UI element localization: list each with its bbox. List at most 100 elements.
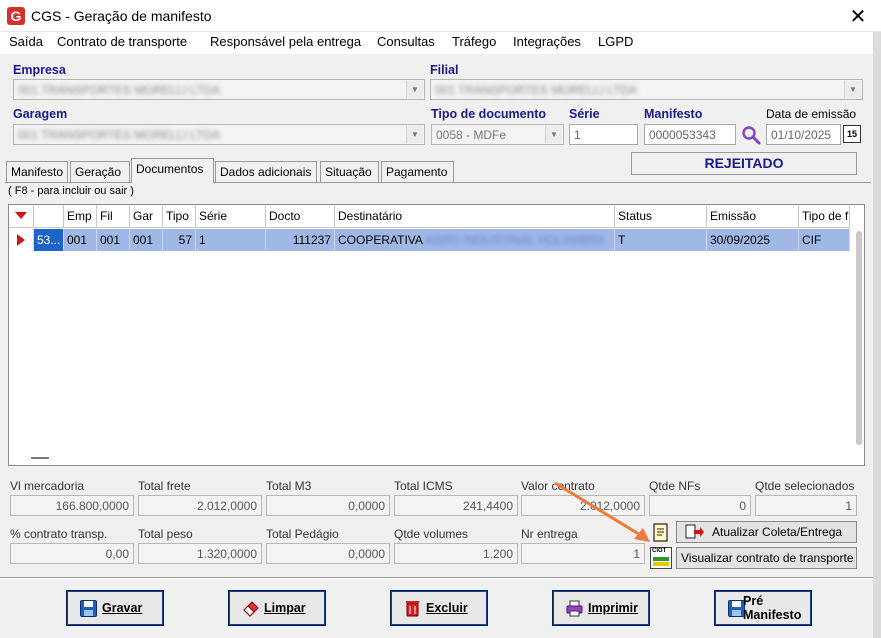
tab-pagamento[interactable]: Pagamento [381, 161, 454, 182]
ciot-icon[interactable]: CIOT [650, 547, 672, 569]
menu-consultas[interactable]: Consultas [377, 34, 435, 49]
trash-icon [406, 601, 419, 617]
manifesto-label: Manifesto [644, 107, 703, 121]
tipo-documento-label: Tipo de documento [431, 107, 547, 121]
dropdown-arrow-icon[interactable]: ▼ [406, 81, 423, 98]
grid-header-destinatario[interactable]: Destinatário [335, 205, 615, 228]
destinatario-hidden-text: AGRO INDUSTRIAL HOLAMBRA [424, 233, 606, 247]
grid-header-fil[interactable]: Fil [97, 205, 130, 228]
refresh-document-icon [685, 524, 704, 539]
tab-documentos[interactable]: Documentos [131, 158, 214, 183]
limpar-label: Limpar [264, 601, 306, 615]
visualizar-contrato-button[interactable]: Visualizar contrato de transporte [676, 547, 857, 569]
grid-header-select[interactable] [34, 205, 64, 228]
row-destinatario-cell: COOPERATIVA AGRO INDUSTRIAL HOLAMBRA [335, 229, 615, 251]
vl-mercadoria-field: 166.800,0000 [10, 495, 134, 516]
garagem-label: Garagem [13, 107, 68, 121]
dropdown-arrow-icon[interactable]: ▼ [844, 81, 861, 98]
data-emissao-label: Data de emissão [766, 107, 857, 121]
grid-header-tipo-frete[interactable]: Tipo de f [799, 205, 850, 228]
qtde-volumes-label: Qtde volumes [394, 527, 469, 541]
filial-value: 001 TRANSPORTES MORELLI LTDA [435, 83, 638, 97]
grid-header-docto[interactable]: Docto [266, 205, 335, 228]
row-pointer-icon [17, 234, 25, 246]
save-icon [80, 600, 97, 617]
row-indicator [9, 229, 34, 251]
filial-select[interactable]: 001 TRANSPORTES MORELLI LTDA ▼ [430, 79, 863, 100]
total-icms-label: Total ICMS [394, 479, 453, 493]
calendar-icon[interactable]: 15 [843, 125, 861, 143]
documents-grid[interactable]: Emp Fil Gar Tipo Série Docto Destinatári… [8, 204, 865, 466]
search-icon[interactable] [741, 125, 761, 145]
gravar-label: Gravar [102, 601, 143, 615]
manifesto-label-btn: Manifesto [743, 608, 802, 622]
grid-header-status[interactable]: Status [615, 205, 707, 228]
horizontal-scrollbar[interactable] [31, 457, 49, 459]
tipo-documento-value: 0058 - MDFe [436, 128, 507, 142]
total-frete-field: 2.012,0000 [138, 495, 262, 516]
tab-dados-adicionais[interactable]: Dados adicionais [215, 161, 317, 182]
qtde-selecionados-field: 1 [755, 495, 857, 516]
window-edge [873, 32, 881, 638]
total-icms-field: 241,4400 [394, 495, 518, 516]
eraser-icon [243, 601, 259, 617]
hint-text: ( F8 - para incluir ou sair ) [8, 185, 134, 197]
manifesto-field[interactable]: 0000053343 [644, 124, 736, 145]
row-tipo-frete-cell: CIF [799, 229, 850, 251]
total-peso-label: Total peso [138, 527, 193, 541]
empresa-select[interactable]: 001 TRANSPORTES MORELLI LTDA ▼ [13, 79, 425, 100]
menu-lgpd[interactable]: LGPD [598, 34, 633, 49]
excluir-button[interactable]: Excluir [390, 590, 488, 626]
grid-header-emissao[interactable]: Emissão [707, 205, 799, 228]
tipo-documento-select[interactable]: 0058 - MDFe ▼ [431, 124, 564, 145]
total-frete-label: Total frete [138, 479, 191, 493]
grid-header-emp[interactable]: Emp [64, 205, 97, 228]
grid-header-tipo[interactable]: Tipo [163, 205, 196, 228]
pct-contrato-field: 0,00 [10, 543, 134, 564]
row-serie-cell: 1 [196, 229, 266, 251]
printer-icon [566, 600, 583, 617]
serie-field[interactable]: 1 [569, 124, 638, 145]
imprimir-button[interactable]: Imprimir [552, 590, 650, 626]
grid-sort-header[interactable] [9, 205, 34, 228]
grid-header-serie[interactable]: Série [196, 205, 266, 228]
menu-trafego[interactable]: Tráfego [452, 34, 496, 49]
garagem-value: 001 TRANSPORTES MORELLI LTDA [18, 128, 221, 142]
tab-situacao[interactable]: Situação [320, 161, 379, 182]
limpar-button[interactable]: Limpar [228, 590, 326, 626]
qtde-selecionados-label: Qtde selecionados [755, 479, 855, 493]
tab-manifesto[interactable]: Manifesto [6, 161, 68, 182]
grid-header-gar[interactable]: Gar [130, 205, 163, 228]
total-m3-label: Total M3 [266, 479, 312, 493]
total-pedagio-label: Total Pedágio [266, 527, 339, 541]
menu-responsavel-entrega[interactable]: Responsável pela entrega [210, 34, 361, 49]
atualizar-coleta-entrega-button[interactable]: Atualizar Coleta/Entrega [676, 521, 857, 543]
garagem-select[interactable]: 001 TRANSPORTES MORELLI LTDA ▼ [13, 124, 425, 145]
pct-contrato-label: % contrato transp. [10, 527, 108, 541]
gravar-button[interactable]: Gravar [66, 590, 164, 626]
empresa-value: 001 TRANSPORTES MORELLI LTDA [18, 83, 221, 97]
row-status-cell: T [615, 229, 707, 251]
data-emissao-field[interactable]: 01/10/2025 [766, 124, 841, 145]
total-m3-field: 0,0000 [266, 495, 390, 516]
menu-contrato-transporte[interactable]: Contrato de transporte [57, 34, 187, 49]
vertical-scrollbar[interactable] [856, 231, 862, 445]
qtde-nfs-field: 0 [649, 495, 751, 516]
row-fil-cell: 001 [97, 229, 130, 251]
total-pedagio-field: 0,0000 [266, 543, 390, 564]
pre-manifesto-button[interactable]: Pré Manifesto [714, 590, 812, 626]
menu-integracoes[interactable]: Integrações [513, 34, 581, 49]
close-icon[interactable]: ✕ [845, 4, 871, 29]
dropdown-arrow-icon[interactable]: ▼ [406, 126, 423, 143]
row-tipo-cell: 57 [163, 229, 196, 251]
pre-label: Pré [743, 594, 764, 608]
row-id-cell[interactable]: 53... [34, 229, 64, 251]
table-row[interactable]: 53... 001 001 001 57 1 111237 COOPERATIV… [9, 229, 850, 251]
title-bar: G CGS - Geração de manifesto ✕ [0, 0, 881, 32]
menu-bar: Saída Contrato de transporte Responsável… [0, 32, 881, 54]
dropdown-arrow-icon[interactable]: ▼ [545, 126, 562, 143]
atualizar-label: Atualizar Coleta/Entrega [712, 525, 843, 539]
menu-saida[interactable]: Saída [9, 34, 43, 49]
destinatario-text: COOPERATIVA [338, 233, 423, 247]
tab-geracao[interactable]: Geração [70, 161, 130, 182]
